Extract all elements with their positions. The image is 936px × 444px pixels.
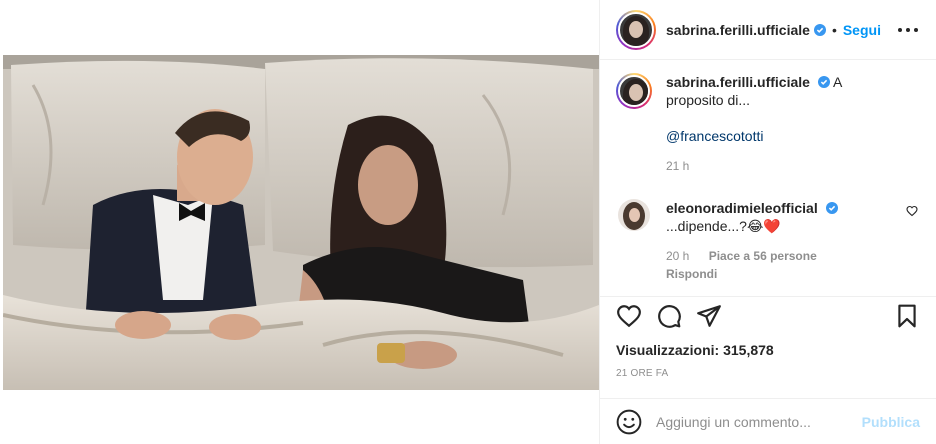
views-label: Visualizzazioni: [616, 342, 720, 358]
post-media [0, 0, 600, 444]
post-timestamp[interactable]: 21 ORE FA [616, 368, 668, 379]
heart-icon[interactable] [616, 303, 642, 329]
author-username[interactable]: sabrina.ferilli.ufficiale [666, 22, 810, 38]
caption-body: sabrina.ferilli.ufficiale A proposito di… [666, 73, 896, 175]
comment-row: eleonoradimieleofficial ...dipende...?😂❤… [616, 199, 920, 283]
comment-icon[interactable] [656, 303, 682, 329]
verified-badge-icon [825, 202, 838, 214]
post-panel: sabrina.ferilli.ufficiale • Segui sabrin… [600, 0, 936, 444]
follow-button[interactable]: Segui [843, 22, 881, 38]
caption-time[interactable]: 21 h [666, 159, 689, 173]
bookmark-icon[interactable] [894, 303, 920, 329]
caption-username[interactable]: sabrina.ferilli.ufficiale [666, 74, 810, 90]
views-count[interactable]: Visualizzazioni: 315,878 [616, 342, 774, 358]
caption-mention[interactable]: @francescototti [666, 127, 896, 145]
commenter-username[interactable]: eleonoradimieleofficial [666, 200, 818, 216]
commenter-avatar[interactable] [618, 199, 650, 231]
comment-time[interactable]: 20 h [666, 249, 689, 263]
caption-avatar[interactable] [616, 73, 652, 109]
comments-section: sabrina.ferilli.ufficiale A proposito di… [600, 61, 936, 295]
header-separator: • [831, 21, 837, 38]
verified-badge-icon [813, 23, 826, 36]
views-value: 315,878 [723, 342, 774, 358]
publish-button[interactable]: Pubblica [862, 414, 920, 430]
comment-meta: 20 h Piace a 56 persone Rispondi [666, 247, 896, 283]
post-photo[interactable] [3, 55, 599, 390]
reply-button[interactable]: Rispondi [666, 267, 717, 281]
post-header: sabrina.ferilli.ufficiale • Segui [600, 0, 936, 60]
emoji-icon[interactable] [616, 409, 642, 435]
caption-row: sabrina.ferilli.ufficiale A proposito di… [616, 73, 920, 175]
caption-meta: 21 h [666, 157, 896, 175]
comment-composer: Pubblica [600, 398, 936, 444]
comment-body: eleonoradimieleofficial ...dipende...?😂❤… [666, 199, 896, 283]
verified-badge-icon [817, 76, 830, 88]
photo-illustration [3, 55, 599, 390]
share-icon[interactable] [696, 303, 722, 329]
comment-likes[interactable]: Piace a 56 persone [709, 249, 817, 263]
author-avatar[interactable] [616, 9, 656, 50]
comment-like-heart-icon[interactable] [906, 205, 918, 217]
comment-input[interactable] [656, 413, 856, 430]
more-options-icon[interactable] [898, 20, 918, 40]
post-actions [600, 296, 936, 336]
comment-text: ...dipende...?😂❤️ [666, 218, 781, 234]
